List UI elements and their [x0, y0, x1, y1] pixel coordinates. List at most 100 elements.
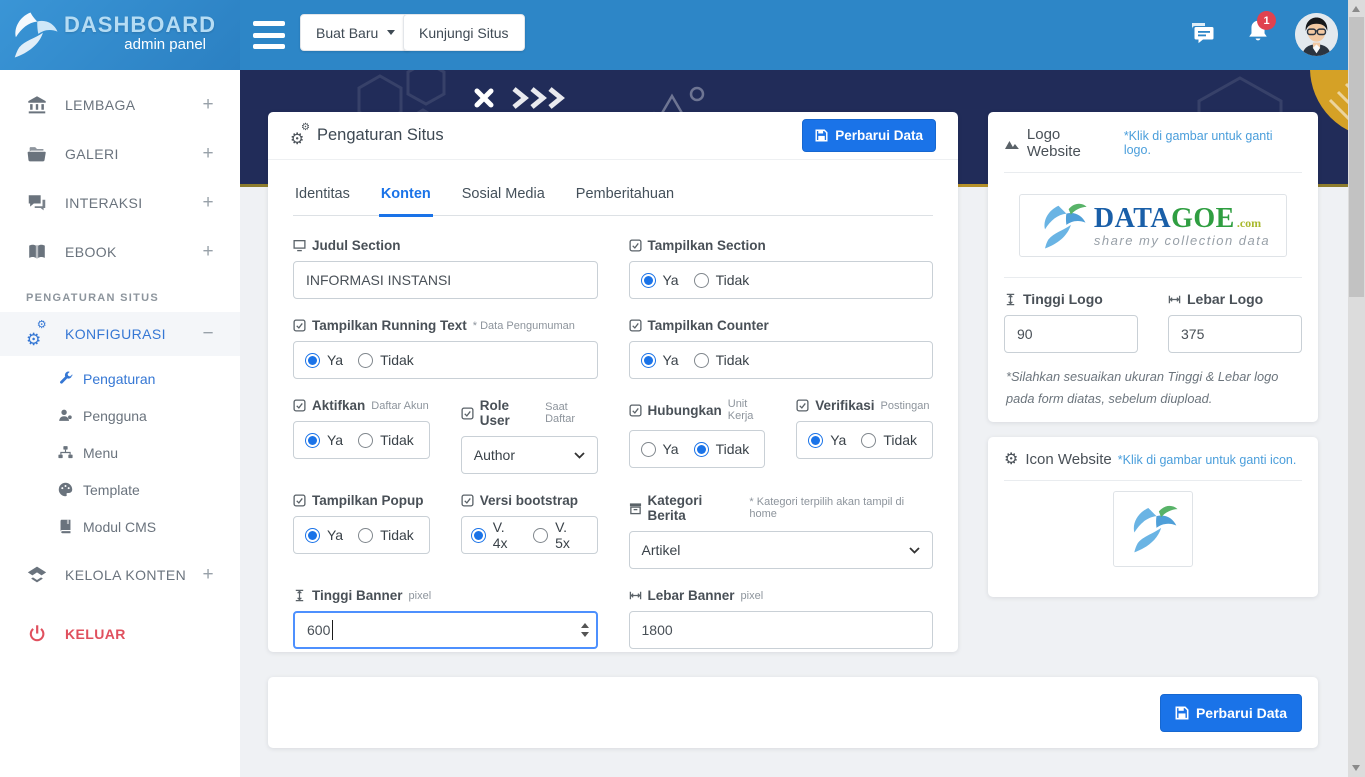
tampilkan-section-radio-group: Ya Tidak: [629, 261, 934, 299]
sidebar-item-kelola-konten[interactable]: KELOLA KONTEN +: [0, 553, 240, 597]
brand-title: DASHBOARD: [64, 12, 206, 38]
radio-unselected[interactable]: [694, 273, 709, 288]
radio-unselected[interactable]: [861, 433, 876, 448]
tab-sosial-media[interactable]: Sosial Media: [460, 186, 547, 215]
logo-size-note: *Silahkan sesuaikan ukuran Tinggi & Leba…: [988, 353, 1318, 411]
submenu-label: Pengguna: [83, 408, 147, 424]
radio-option-ya[interactable]: Ya: [641, 352, 679, 368]
radio-option-tidak[interactable]: Tidak: [694, 441, 750, 457]
radio-option-v4x[interactable]: V. 4x: [471, 519, 523, 551]
radio-selected[interactable]: [694, 442, 709, 457]
field-sublabel: Saat Daftar: [545, 401, 597, 425]
tab-identitas[interactable]: Identitas: [293, 186, 352, 215]
palette-icon: [57, 481, 74, 498]
field-sublabel: * Data Pengumuman: [473, 320, 575, 332]
submenu-item-menu[interactable]: Menu: [0, 434, 240, 471]
radio-option-tidak[interactable]: Tidak: [358, 527, 414, 543]
radio-selected[interactable]: [471, 528, 486, 543]
role-user-select[interactable]: Author: [461, 436, 598, 474]
field-label: Kategori Berita: [648, 493, 744, 523]
open-book-icon: [26, 241, 48, 263]
radio-selected[interactable]: [305, 433, 320, 448]
radio-option-tidak[interactable]: Tidak: [358, 352, 414, 368]
radio-unselected[interactable]: [694, 353, 709, 368]
radio-option-ya[interactable]: Ya: [641, 272, 679, 288]
field-sublabel: Unit Kerja: [728, 398, 766, 422]
tinggi-banner-input[interactable]: [293, 611, 598, 649]
site-logo-image[interactable]: DATAGOE.com share my collection data: [1019, 194, 1287, 257]
lebar-banner-input[interactable]: [629, 611, 934, 649]
menu-toggle-icon[interactable]: [253, 21, 285, 49]
expand-plus-icon[interactable]: +: [203, 564, 215, 586]
radio-selected[interactable]: [808, 433, 823, 448]
radio-option-ya[interactable]: Ya: [305, 432, 343, 448]
page-scrollbar[interactable]: [1348, 0, 1365, 777]
kategori-berita-select[interactable]: Artikel: [629, 531, 934, 569]
scroll-down-arrow[interactable]: [1352, 765, 1360, 771]
radio-option-ya[interactable]: Ya: [305, 352, 343, 368]
radio-unselected[interactable]: [533, 528, 548, 543]
notification-badge[interactable]: 1: [1257, 11, 1276, 30]
update-data-button-top[interactable]: Perbarui Data: [802, 119, 936, 152]
tab-pemberitahuan[interactable]: Pemberitahuan: [574, 186, 676, 215]
radio-option-ya[interactable]: Ya: [305, 527, 343, 543]
radio-unselected[interactable]: [358, 353, 373, 368]
radio-selected[interactable]: [641, 353, 656, 368]
user-avatar[interactable]: [1295, 13, 1338, 56]
scrollbar-thumb[interactable]: [1349, 17, 1364, 297]
radio-option-v5x[interactable]: V. 5x: [533, 519, 585, 551]
submenu-item-pengaturan[interactable]: Pengaturan: [0, 360, 240, 397]
chat-bubbles-icon: [26, 192, 48, 214]
scroll-up-arrow[interactable]: [1352, 6, 1360, 12]
expand-plus-icon[interactable]: +: [203, 192, 215, 214]
logo-word-data: DATA: [1094, 203, 1171, 235]
card-hint: *Klik di gambar untuk ganti icon.: [1118, 453, 1297, 467]
update-data-button-bottom[interactable]: Perbarui Data: [1160, 694, 1302, 732]
create-new-button[interactable]: Buat Baru: [300, 14, 411, 51]
radio-unselected[interactable]: [358, 433, 373, 448]
sidebar-item-ebook[interactable]: EBOOK +: [0, 227, 240, 276]
number-spinner[interactable]: [581, 623, 589, 637]
sidebar-item-konfigurasi[interactable]: ⚙⚙ KONFIGURASI −: [0, 312, 240, 356]
field-label: Judul Section: [312, 238, 401, 253]
sitemap-icon: [57, 444, 74, 461]
tab-konten[interactable]: Konten: [379, 186, 433, 217]
brand[interactable]: DASHBOARD admin panel: [0, 0, 240, 70]
logo-word-goe: GOE: [1171, 203, 1235, 235]
radio-selected[interactable]: [305, 353, 320, 368]
datagoe-bird-icon: [1036, 199, 1090, 253]
sidebar-section-header: PENGATURAN SITUS: [0, 292, 240, 304]
radio-option-tidak[interactable]: Tidak: [861, 432, 917, 448]
radio-unselected[interactable]: [641, 442, 656, 457]
expand-plus-icon[interactable]: +: [203, 143, 215, 165]
sidebar-item-keluar[interactable]: KELUAR: [0, 609, 240, 658]
collapse-minus-icon[interactable]: −: [203, 323, 215, 345]
expand-plus-icon[interactable]: +: [203, 94, 215, 116]
radio-unselected[interactable]: [358, 528, 373, 543]
field-label: Tampilkan Section: [648, 238, 766, 253]
radio-selected[interactable]: [305, 528, 320, 543]
submenu-item-modul-cms[interactable]: Modul CMS: [0, 508, 240, 545]
sidebar-item-interaksi[interactable]: INTERAKSI +: [0, 178, 240, 227]
radio-selected[interactable]: [641, 273, 656, 288]
height-icon: [293, 589, 306, 602]
field-role-user: Role User Saat Daftar Author: [461, 398, 598, 474]
radio-option-tidak[interactable]: Tidak: [358, 432, 414, 448]
messages-icon[interactable]: [1188, 20, 1216, 48]
card-hint: *Klik di gambar untuk ganti logo.: [1124, 129, 1302, 157]
visit-site-button[interactable]: Kunjungi Situs: [403, 14, 525, 51]
radio-option-tidak[interactable]: Tidak: [694, 272, 750, 288]
tinggi-logo-input[interactable]: [1004, 315, 1138, 353]
radio-option-tidak[interactable]: Tidak: [694, 352, 750, 368]
submenu-item-template[interactable]: Template: [0, 471, 240, 508]
sidebar-item-galeri[interactable]: GALERI +: [0, 129, 240, 178]
bootstrap-radio-group: V. 4x V. 5x: [461, 516, 598, 554]
judul-section-input[interactable]: [293, 261, 598, 299]
site-icon-image[interactable]: [1113, 491, 1193, 567]
expand-plus-icon[interactable]: +: [203, 241, 215, 263]
radio-option-ya[interactable]: Ya: [808, 432, 846, 448]
lebar-logo-input[interactable]: [1168, 315, 1302, 353]
sidebar-item-lembaga[interactable]: LEMBAGA +: [0, 80, 240, 129]
radio-option-ya[interactable]: Ya: [641, 441, 679, 457]
submenu-item-pengguna[interactable]: Pengguna: [0, 397, 240, 434]
